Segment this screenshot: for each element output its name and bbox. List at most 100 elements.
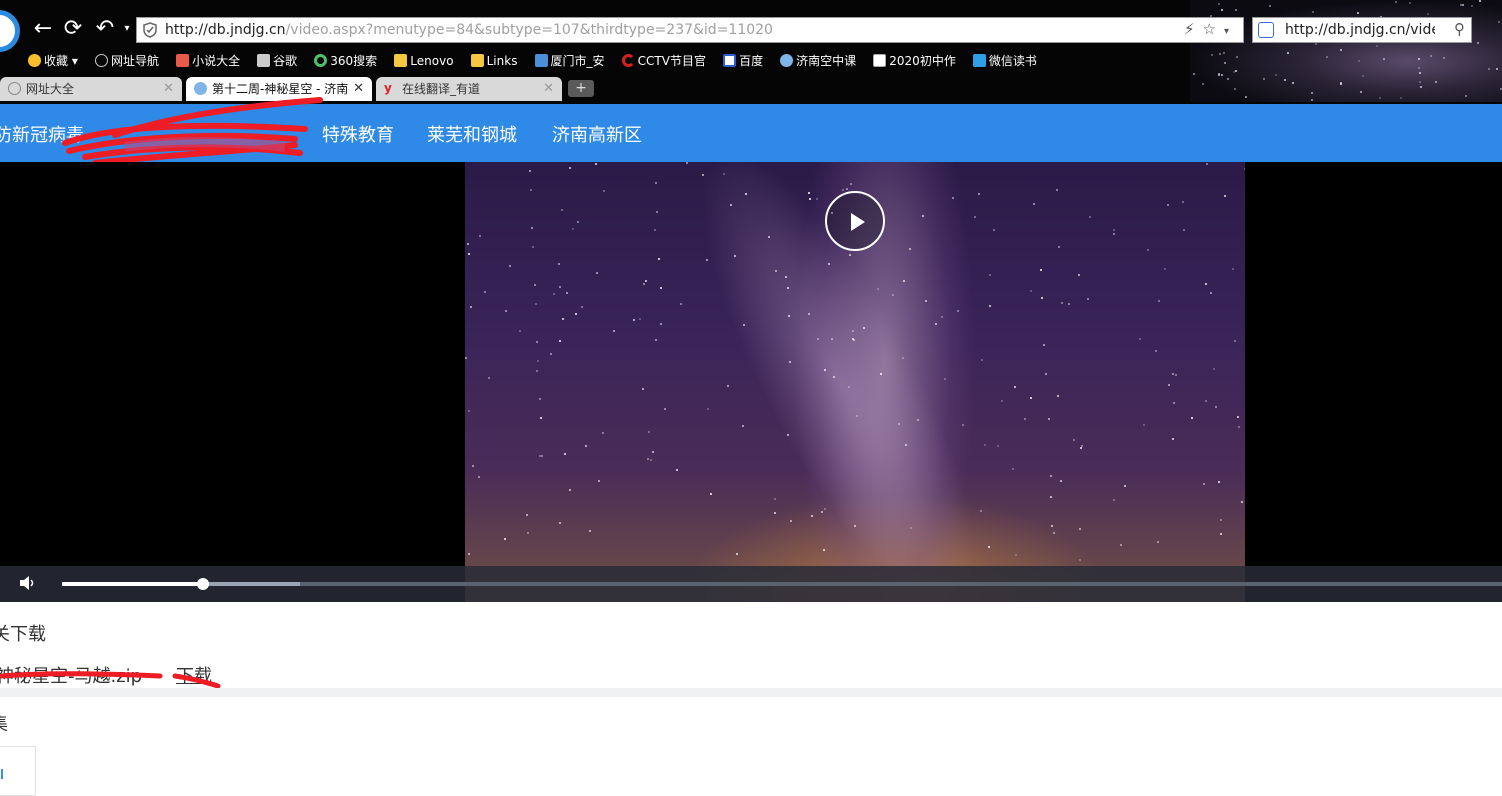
browser-logo-icon[interactable] xyxy=(0,10,20,52)
star-icon[interactable]: ☆ xyxy=(1203,20,1224,38)
star-dot xyxy=(876,287,879,290)
star-dot xyxy=(1477,41,1480,44)
search-icon[interactable]: ⚲ xyxy=(1454,20,1465,38)
star-dot xyxy=(1067,302,1070,305)
nav-item[interactable]: 莱芜和钢城 xyxy=(427,121,517,147)
bookmark-item[interactable]: CCTV节目官 xyxy=(621,52,706,69)
progress-handle[interactable] xyxy=(197,578,210,590)
star-dot xyxy=(1462,4,1465,6)
download-link[interactable]: 下载 xyxy=(176,662,212,688)
star-dot xyxy=(743,323,746,326)
star-dot xyxy=(487,376,490,379)
bookmarks-bar: 收藏 ▾ 网址导航 小说大全 谷歌 360搜索 Lenovo Links 厦门市… xyxy=(28,50,1049,70)
star-dot xyxy=(1495,67,1498,70)
bookmark-item[interactable]: 网址导航 xyxy=(94,52,159,69)
star-dot xyxy=(1497,20,1500,23)
star-dot xyxy=(518,329,521,332)
star-dot xyxy=(961,423,964,426)
progress-track[interactable] xyxy=(62,578,1502,590)
nav-item[interactable]: 济南高新区 xyxy=(552,121,642,147)
bookmark-item[interactable]: 小说大全 xyxy=(176,52,240,69)
star-dot xyxy=(534,303,537,306)
site-icon xyxy=(534,54,548,67)
bookmark-item[interactable]: 微信读书 xyxy=(972,52,1037,69)
star-dot xyxy=(1055,188,1058,191)
nav-item[interactable]: 防新冠病毒 xyxy=(0,121,84,147)
star-dot xyxy=(1418,67,1421,70)
star-icon xyxy=(28,54,41,67)
star-dot xyxy=(1234,70,1237,73)
bookmark-item[interactable]: 百度 xyxy=(723,52,763,69)
star-dot xyxy=(1223,52,1226,55)
star-dot xyxy=(1284,78,1287,81)
wechat-reading-icon xyxy=(972,54,986,67)
star-dot xyxy=(465,356,468,359)
bookmark-item[interactable]: 360搜索 xyxy=(314,52,377,69)
star-dot xyxy=(852,329,855,332)
site-icon xyxy=(780,54,794,67)
bookmark-item[interactable]: Lenovo xyxy=(394,53,454,68)
new-tab-button[interactable]: + xyxy=(568,80,594,97)
star-dot xyxy=(1013,385,1016,388)
star-dot xyxy=(471,464,474,467)
bookmark-favorites[interactable]: 收藏 ▾ xyxy=(28,52,78,69)
site-icon xyxy=(194,82,207,95)
close-icon[interactable]: ✕ xyxy=(163,77,174,101)
star-dot xyxy=(891,294,894,297)
bookmark-item[interactable]: 谷歌 xyxy=(257,52,297,69)
bookmark-item[interactable]: 济南空中课 xyxy=(780,52,856,69)
page-icon xyxy=(257,54,271,67)
book-icon xyxy=(873,54,887,67)
dropdown-icon[interactable]: ▾ xyxy=(1224,26,1237,37)
folder-icon xyxy=(470,53,484,67)
star-dot xyxy=(1146,248,1149,251)
star-dot xyxy=(1215,405,1218,408)
volume-icon[interactable] xyxy=(18,574,38,592)
star-dot xyxy=(1192,72,1195,75)
video-player[interactable] xyxy=(0,162,1502,602)
address-bar[interactable]: http://db.jndjg.cn/video.aspx?menutype=8… xyxy=(136,17,1244,43)
star-dot xyxy=(1235,8,1238,11)
bookmark-item[interactable]: Links xyxy=(470,53,517,68)
star-dot xyxy=(996,444,999,447)
star-dot xyxy=(855,415,858,418)
star-dot xyxy=(1156,541,1159,544)
bookmark-label: 360搜索 xyxy=(330,54,378,68)
star-dot xyxy=(561,318,564,321)
star-dot xyxy=(535,369,538,372)
section-divider xyxy=(0,688,1502,697)
star-dot xyxy=(646,457,649,460)
cctv-icon xyxy=(621,54,635,67)
refresh-icon[interactable]: ⟳ xyxy=(58,14,88,44)
back-icon[interactable]: ← xyxy=(28,14,58,44)
star-dot xyxy=(1286,51,1289,54)
star-dot xyxy=(538,397,541,400)
search-input[interactable]: http://db.jndjg.cn/video xyxy=(1285,22,1435,38)
star-dot xyxy=(1234,87,1237,90)
close-icon[interactable]: ✕ xyxy=(349,77,364,101)
lightning-icon[interactable]: ⚡ xyxy=(1184,20,1203,38)
tab-item[interactable]: y 在线翻译_有道 ✕ xyxy=(376,77,562,101)
star-dot xyxy=(832,376,835,379)
star-dot xyxy=(1058,245,1061,248)
star-dot xyxy=(649,459,652,462)
star-dot xyxy=(827,262,830,265)
tab-item[interactable]: 网址大全 ✕ xyxy=(0,77,182,101)
star-dot xyxy=(1210,54,1213,57)
bookmark-item[interactable]: 厦门市_安 xyxy=(534,52,605,69)
search-box[interactable]: http://db.jndjg.cn/video ⚲ xyxy=(1252,17,1472,43)
play-button[interactable] xyxy=(825,191,885,251)
star-dot xyxy=(659,286,662,289)
star-dot xyxy=(820,510,823,513)
star-dot xyxy=(654,228,657,231)
bookmark-item[interactable]: 2020初中作 xyxy=(873,52,956,69)
nav-item[interactable]: 特殊教育 xyxy=(322,121,394,147)
star-dot xyxy=(539,416,542,419)
star-dot xyxy=(1217,2,1220,5)
tab-item-active[interactable]: 第十二周-神秘星空 - 济南 ✕ xyxy=(186,77,372,101)
globe-icon xyxy=(8,82,21,95)
close-icon[interactable]: ✕ xyxy=(543,77,554,101)
star-dot xyxy=(601,431,604,434)
shield-icon xyxy=(143,22,157,38)
star-dot xyxy=(1079,558,1082,561)
